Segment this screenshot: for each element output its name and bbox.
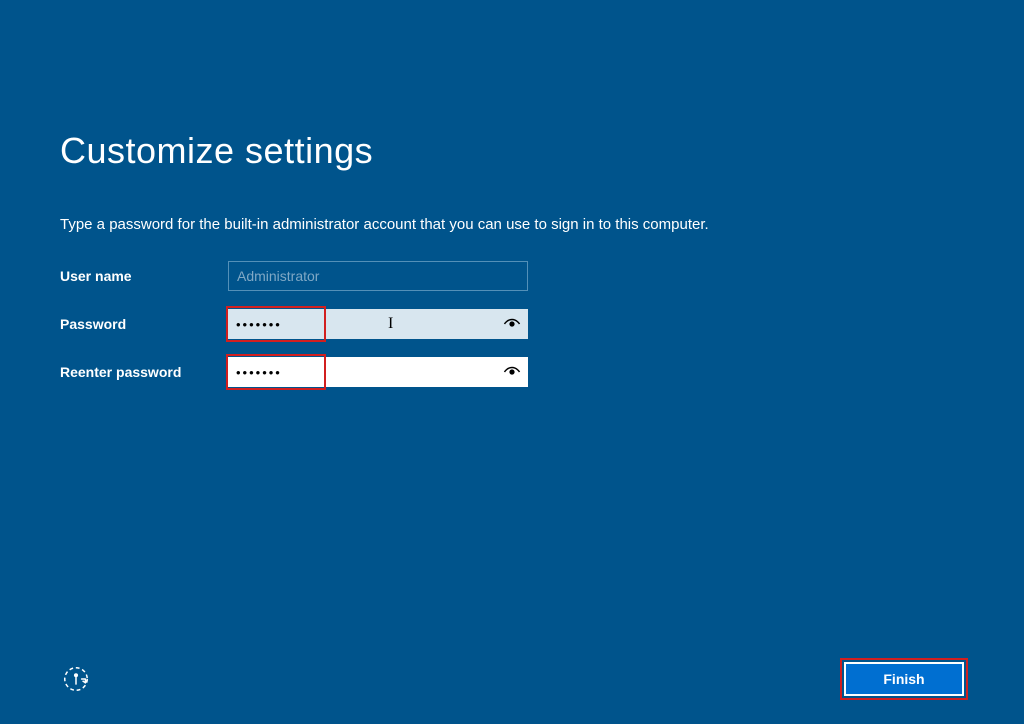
reenter-field[interactable] <box>228 357 528 387</box>
reenter-label: Reenter password <box>60 364 228 380</box>
page-title: Customize settings <box>60 130 964 172</box>
password-reveal-icon[interactable] <box>502 362 522 382</box>
row-password: Password I <box>60 309 964 339</box>
password-field[interactable] <box>228 309 528 339</box>
row-reenter: Reenter password <box>60 357 964 387</box>
instruction-text: Type a password for the built-in adminis… <box>60 216 964 233</box>
finish-button[interactable]: Finish <box>844 662 964 696</box>
password-reveal-icon[interactable] <box>502 314 522 334</box>
username-field: Administrator <box>228 261 528 291</box>
ease-of-access-icon[interactable] <box>60 663 92 695</box>
username-label: User name <box>60 268 228 284</box>
row-username: User name Administrator <box>60 261 964 291</box>
password-label: Password <box>60 316 228 332</box>
